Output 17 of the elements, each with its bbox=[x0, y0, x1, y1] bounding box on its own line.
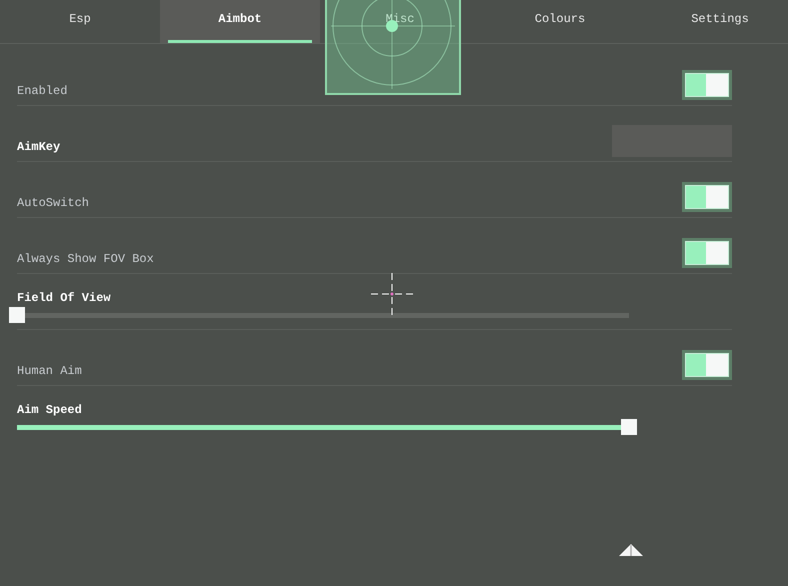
toggle-switch[interactable] bbox=[682, 70, 732, 100]
crosshair-icon bbox=[371, 273, 413, 315]
setting-label: Human Aim bbox=[17, 364, 82, 378]
up-arrow-icon[interactable] bbox=[619, 544, 643, 556]
tab[interactable]: Settings bbox=[640, 0, 788, 43]
setting-label: AutoSwitch bbox=[17, 196, 90, 210]
tab[interactable]: Colours bbox=[480, 0, 640, 43]
setting-label: AimKey bbox=[17, 140, 60, 154]
slider-label: Field Of View bbox=[17, 291, 112, 305]
toggle-switch[interactable] bbox=[682, 182, 732, 212]
tab[interactable]: Esp bbox=[0, 0, 160, 43]
setting-label: Enabled bbox=[17, 84, 68, 98]
slider-label: Aim Speed bbox=[17, 403, 83, 417]
tab[interactable]: Aimbot bbox=[160, 0, 320, 43]
toggle-switch[interactable] bbox=[682, 238, 732, 268]
toggle-switch[interactable] bbox=[682, 350, 732, 380]
setting-label: Always Show FOV Box bbox=[17, 252, 154, 266]
